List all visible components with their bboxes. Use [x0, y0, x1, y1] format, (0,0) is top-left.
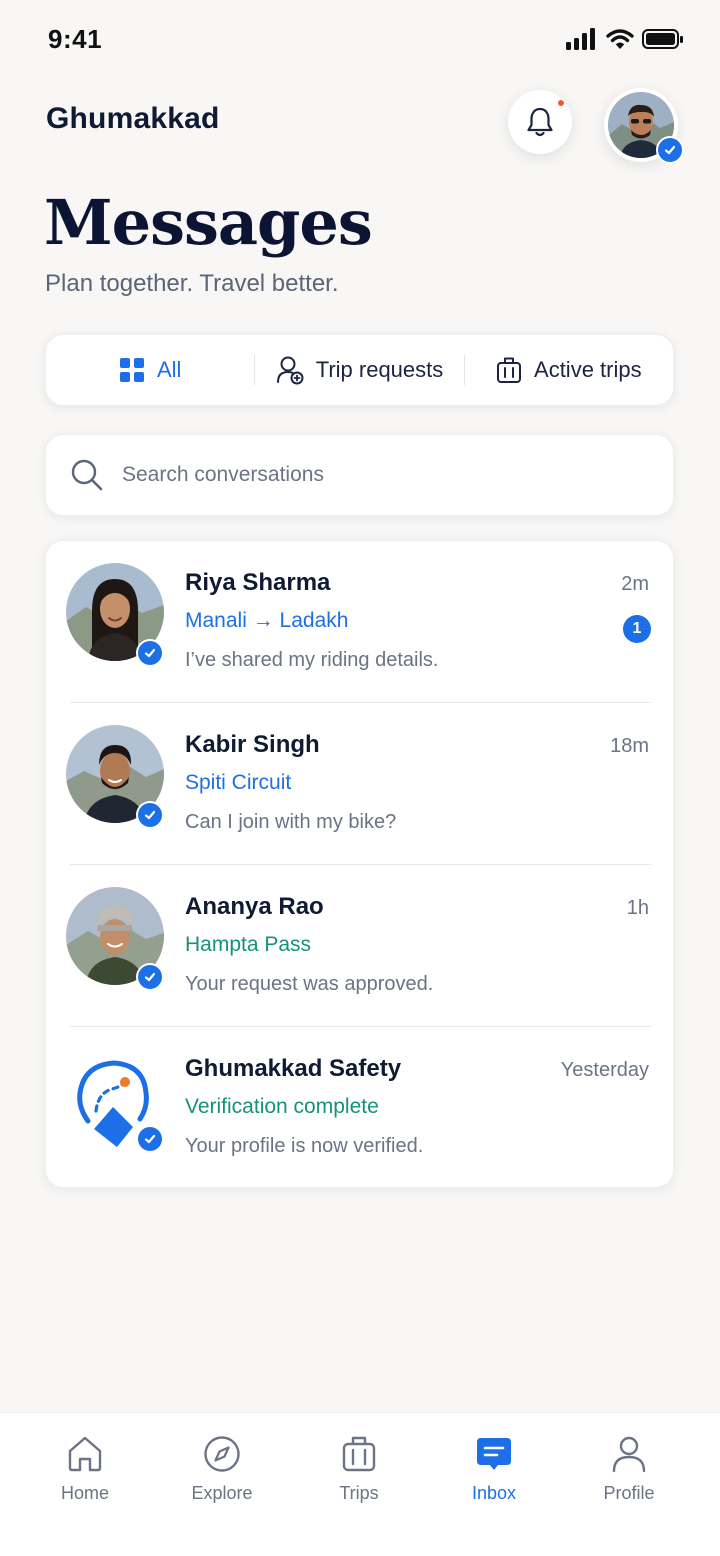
- luggage-icon: [497, 357, 522, 383]
- profile-avatar-button[interactable]: [604, 88, 684, 164]
- trip-label: Hampta Pass: [185, 933, 312, 956]
- signal-icon: [566, 28, 595, 50]
- status-icons: [566, 28, 684, 50]
- conversation-row[interactable]: Ghumakkad Safety Verification complete Y…: [46, 1027, 675, 1189]
- check-icon: [664, 145, 676, 155]
- avatar: [66, 725, 164, 831]
- filter-all[interactable]: All: [46, 335, 254, 405]
- conversation-row[interactable]: Ananya Rao Hampta Pass Your request was …: [46, 865, 675, 1027]
- verified-badge: [136, 963, 164, 991]
- message-time: 18m: [610, 735, 649, 757]
- inbox-chat-icon: [477, 1438, 511, 1470]
- status-bar: 9:41: [0, 0, 720, 80]
- filter-active-trips[interactable]: Active trips: [465, 335, 673, 405]
- compass-icon: [204, 1436, 240, 1472]
- check-icon: [144, 810, 156, 820]
- filter-segmented-control: All Trip requests Active trips: [45, 334, 674, 406]
- verified-badge: [136, 1125, 164, 1153]
- contact-name: Kabir Singh: [185, 731, 320, 758]
- search-input[interactable]: [122, 463, 602, 487]
- check-icon: [144, 1134, 156, 1144]
- tab-trips[interactable]: Trips: [299, 1435, 419, 1504]
- page-title: Messages: [44, 186, 373, 259]
- home-icon: [68, 1436, 102, 1472]
- message-time: 1h: [626, 897, 649, 919]
- message-preview: Your request was approved.: [185, 973, 434, 995]
- check-icon: [144, 972, 156, 982]
- tab-home-label: Home: [60, 1483, 109, 1503]
- tab-explore-label: Explore: [191, 1483, 253, 1503]
- message-time: 2m: [621, 573, 649, 595]
- tab-profile[interactable]: Profile: [569, 1435, 689, 1504]
- person-icon: [612, 1436, 646, 1473]
- verified-badge: [656, 136, 684, 164]
- app-header: Ghumakkad: [0, 84, 720, 168]
- verified-badge: [136, 801, 164, 829]
- tab-home[interactable]: Home: [25, 1435, 145, 1504]
- contact-name: Riya Sharma: [185, 569, 331, 596]
- wifi-icon: [606, 29, 634, 49]
- conversation-row[interactable]: Riya Sharma Manali → Ladakh I’ve shared …: [46, 541, 675, 703]
- unread-count-badge: 1: [623, 615, 651, 643]
- user-plus-icon: [276, 356, 304, 385]
- trip-label: Verification complete: [185, 1095, 379, 1118]
- tab-profile-label: Profile: [603, 1483, 655, 1503]
- search-bar[interactable]: [45, 434, 674, 516]
- trip-label: Manali → Ladakh: [185, 609, 349, 632]
- contact-name: Ananya Rao: [185, 893, 324, 920]
- page-subtitle: Plan together. Travel better.: [45, 270, 339, 297]
- search-icon: [71, 459, 103, 491]
- message-preview: Can I join with my bike?: [185, 811, 397, 833]
- verified-badge: [136, 639, 164, 667]
- tab-inbox-label: Inbox: [471, 1483, 517, 1503]
- filter-all-label: All: [156, 357, 182, 382]
- safety-logo: [66, 1049, 164, 1155]
- contact-name: Ghumakkad Safety: [185, 1055, 402, 1082]
- filter-active-trips-label: Active trips: [534, 357, 642, 382]
- filter-trip-requests[interactable]: Trip requests: [255, 335, 463, 405]
- message-preview: I’ve shared my riding details.: [185, 649, 439, 671]
- trip-label: Spiti Circuit: [185, 771, 292, 794]
- avatar: [66, 887, 164, 993]
- conversation-row[interactable]: Kabir Singh Spiti Circuit Can I join wit…: [46, 703, 675, 865]
- luggage-icon: [342, 1436, 376, 1472]
- tab-inbox[interactable]: Inbox: [434, 1435, 554, 1504]
- message-time: Yesterday: [560, 1059, 649, 1081]
- filter-trip-requests-label: Trip requests: [315, 357, 444, 382]
- grid-icon: [119, 358, 144, 382]
- bell-icon: [527, 107, 553, 137]
- tab-trips-label: Trips: [339, 1483, 379, 1503]
- notification-dot: [556, 98, 566, 108]
- notifications-button[interactable]: [508, 90, 572, 154]
- message-preview: Your profile is now verified.: [185, 1135, 424, 1157]
- tab-explore[interactable]: Explore: [162, 1435, 282, 1504]
- check-icon: [144, 648, 156, 658]
- brand-title: Ghumakkad: [46, 102, 220, 135]
- bottom-tab-bar: Home Explore Trips Inbox Profile: [0, 1412, 720, 1556]
- status-time: 9:41: [48, 24, 103, 54]
- battery-icon: [642, 29, 683, 49]
- avatar: [66, 563, 164, 669]
- conversation-list: Riya Sharma Manali → Ladakh I’ve shared …: [45, 540, 674, 1188]
